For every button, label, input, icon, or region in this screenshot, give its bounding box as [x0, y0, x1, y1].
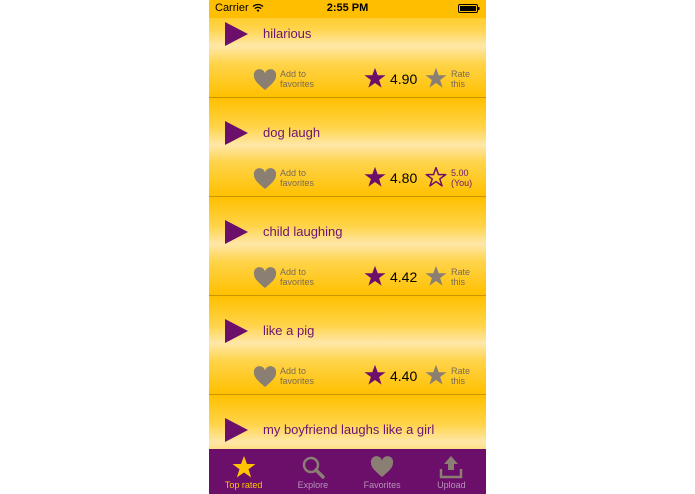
add-to-favorites-label[interactable]: Add to favorites [280, 168, 330, 188]
add-to-favorites-label[interactable]: Add to favorites [280, 267, 330, 287]
star-icon [232, 456, 256, 478]
average-rating: 4.40 [390, 368, 418, 384]
play-icon[interactable] [223, 417, 249, 443]
tab-top-rated[interactable]: Top rated [209, 449, 278, 494]
tab-upload[interactable]: Upload [417, 449, 486, 494]
rate-star-icon[interactable] [425, 265, 447, 287]
user-rating-label[interactable]: 5.00 (You) [451, 168, 481, 188]
average-rating: 4.80 [390, 170, 418, 186]
play-icon[interactable] [223, 318, 249, 344]
list-item: like a pig Add to favorites 4.40 Rate th… [209, 296, 486, 395]
heart-icon[interactable] [253, 168, 277, 190]
tab-favorites[interactable]: Favorites [348, 449, 417, 494]
tab-label: Top rated [224, 480, 263, 490]
sound-title: like a pig [263, 323, 315, 338]
tab-explore[interactable]: Explore [278, 449, 347, 494]
upload-icon [440, 456, 463, 479]
user-rated-star-icon[interactable] [425, 166, 447, 188]
heart-icon[interactable] [253, 267, 277, 289]
tab-label: Favorites [363, 480, 401, 490]
rating-star-icon [364, 67, 386, 88]
list-item: dog laugh Add to favorites 4.80 5.00 (Yo… [209, 98, 486, 197]
rate-star-icon[interactable] [425, 364, 447, 386]
average-rating: 4.42 [390, 269, 418, 285]
heart-icon[interactable] [253, 69, 277, 91]
status-bar: Carrier 2:55 PM [209, 0, 486, 18]
list-item: child laughing Add to favorites 4.42 Rat… [209, 197, 486, 296]
rate-this-label[interactable]: Rate this [451, 69, 481, 89]
app-screen: Carrier 2:55 PM hilarious Add to favorit… [209, 0, 486, 494]
rate-this-label[interactable]: Rate this [451, 267, 481, 287]
rating-star-icon [364, 166, 386, 187]
heart-icon[interactable] [253, 366, 277, 388]
rate-star-icon[interactable] [425, 67, 447, 89]
average-rating: 4.90 [390, 71, 418, 87]
tab-bar: Top rated Explore Favorites Upload [209, 449, 486, 494]
play-icon[interactable] [223, 120, 249, 146]
battery-icon [458, 4, 480, 13]
rating-star-icon [364, 265, 386, 286]
sound-title: child laughing [263, 224, 343, 239]
play-icon[interactable] [223, 21, 249, 47]
search-icon [302, 456, 325, 479]
tab-label: Upload [437, 480, 466, 490]
heart-icon [370, 456, 394, 477]
clock: 2:55 PM [326, 2, 369, 14]
add-to-favorites-label[interactable]: Add to favorites [280, 69, 330, 89]
sound-title: hilarious [263, 26, 312, 41]
rate-this-label[interactable]: Rate this [451, 366, 481, 386]
sound-title: my boyfriend laughs like a girl [263, 422, 435, 437]
add-to-favorites-label[interactable]: Add to favorites [280, 366, 330, 386]
rating-star-icon [364, 364, 386, 385]
sound-title: dog laugh [263, 125, 321, 140]
tab-label: Explore [297, 480, 329, 490]
play-icon[interactable] [223, 219, 249, 245]
